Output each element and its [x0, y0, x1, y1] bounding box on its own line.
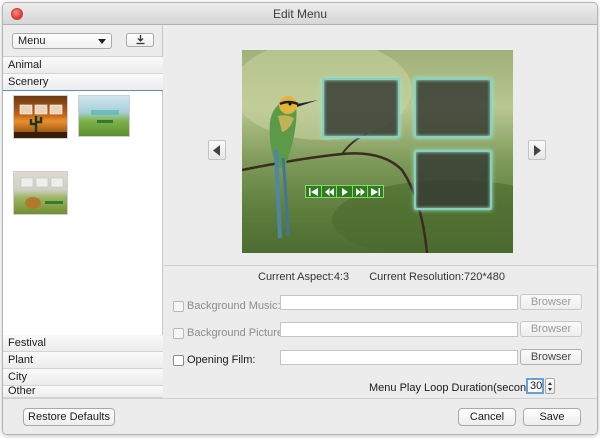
menu-type-value: Menu [18, 35, 46, 47]
category-scenery[interactable]: Scenery [3, 74, 163, 91]
background-music-browse-button[interactable]: Browser [520, 294, 582, 310]
stepper-down-icon [548, 388, 552, 391]
opening-film-path-input[interactable] [280, 350, 518, 365]
skip-first-icon [309, 188, 318, 196]
arrow-right-icon [534, 145, 541, 156]
sidebar-header: Menu [3, 25, 162, 57]
arrow-left-icon [213, 145, 220, 156]
template-thumbnail[interactable] [13, 95, 68, 139]
loop-duration-label: Menu Play Loop Duration(seconds): [369, 382, 545, 394]
menu-thumbnail-frame[interactable] [414, 150, 492, 210]
browse-label: Browser [530, 296, 572, 308]
opening-film-checkbox[interactable] [173, 355, 184, 366]
background-picture-browse-button[interactable]: Browser [520, 321, 582, 337]
category-plant[interactable]: Plant [3, 352, 163, 369]
previous-template-button[interactable] [208, 140, 226, 160]
cancel-button[interactable]: Cancel [458, 408, 516, 426]
desert-sunset-image [14, 104, 67, 138]
window-title: Edit Menu [272, 7, 328, 21]
category-label: City [8, 371, 27, 383]
loop-duration-stepper[interactable] [545, 378, 555, 394]
save-button[interactable]: Save [523, 408, 581, 426]
menu-thumbnail-frame[interactable] [414, 78, 492, 138]
menu-thumbnail-frame[interactable] [322, 78, 400, 138]
background-music-checkbox[interactable] [173, 301, 184, 312]
export-button[interactable] [126, 33, 154, 47]
template-sidebar: Menu Animal Scenery Festival Plant City … [3, 25, 163, 398]
category-other[interactable]: Other [3, 386, 163, 398]
template-thumbnail[interactable] [13, 171, 68, 215]
preview-info: Current Aspect:4:3 Current Resolution:72… [164, 267, 597, 287]
restore-defaults-button[interactable]: Restore Defaults [23, 408, 115, 426]
template-thumbnail[interactable] [78, 95, 130, 137]
menu-type-select[interactable]: Menu [12, 33, 112, 49]
category-festival[interactable]: Festival [3, 335, 163, 352]
browse-label: Browser [530, 323, 572, 335]
current-resolution: Current Resolution:720*480 [369, 271, 505, 283]
play-icon [342, 188, 349, 196]
category-label: Plant [8, 354, 34, 366]
category-animal[interactable]: Animal [3, 57, 163, 74]
fast-forward-icon [355, 188, 365, 196]
edit-menu-window: Edit Menu Menu Animal Scenery Festival P… [2, 2, 598, 435]
background-music-path-input[interactable] [280, 295, 518, 310]
fast-forward-button[interactable] [353, 186, 369, 197]
play-button[interactable] [337, 186, 353, 197]
background-picture-path-input[interactable] [280, 322, 518, 337]
close-window-button[interactable] [11, 8, 23, 20]
rewind-button[interactable] [322, 186, 338, 197]
menu-preview [242, 50, 513, 253]
category-label: Animal [8, 59, 42, 71]
chevron-down-icon [98, 39, 106, 44]
dialog-footer: Restore Defaults Cancel Save [3, 398, 597, 434]
current-aspect: Current Aspect:4:3 [258, 271, 350, 283]
download-icon [136, 35, 145, 45]
meadow-image [91, 110, 119, 123]
background-picture-label: Background Picture: [187, 327, 287, 339]
skip-first-button[interactable] [306, 186, 322, 197]
category-label: Festival [8, 337, 46, 349]
category-city[interactable]: City [3, 369, 163, 386]
category-label: Other [8, 385, 36, 397]
skip-last-button[interactable] [368, 186, 383, 197]
stepper-up-icon [548, 382, 552, 385]
opening-film-browse-button[interactable]: Browser [520, 349, 582, 365]
loop-duration-input[interactable]: 30 [526, 378, 544, 394]
playback-control-bar [305, 185, 384, 198]
background-music-label: Background Music: [187, 300, 281, 312]
background-picture-checkbox[interactable] [173, 328, 184, 339]
opening-film-label: Opening Film: [187, 354, 256, 366]
title-bar: Edit Menu [3, 3, 597, 25]
hay-field-image [20, 177, 64, 209]
preview-area [164, 25, 597, 266]
browse-label: Browser [530, 351, 572, 363]
rewind-icon [324, 188, 334, 196]
next-template-button[interactable] [528, 140, 546, 160]
skip-last-icon [371, 188, 381, 196]
category-label: Scenery [8, 76, 49, 88]
